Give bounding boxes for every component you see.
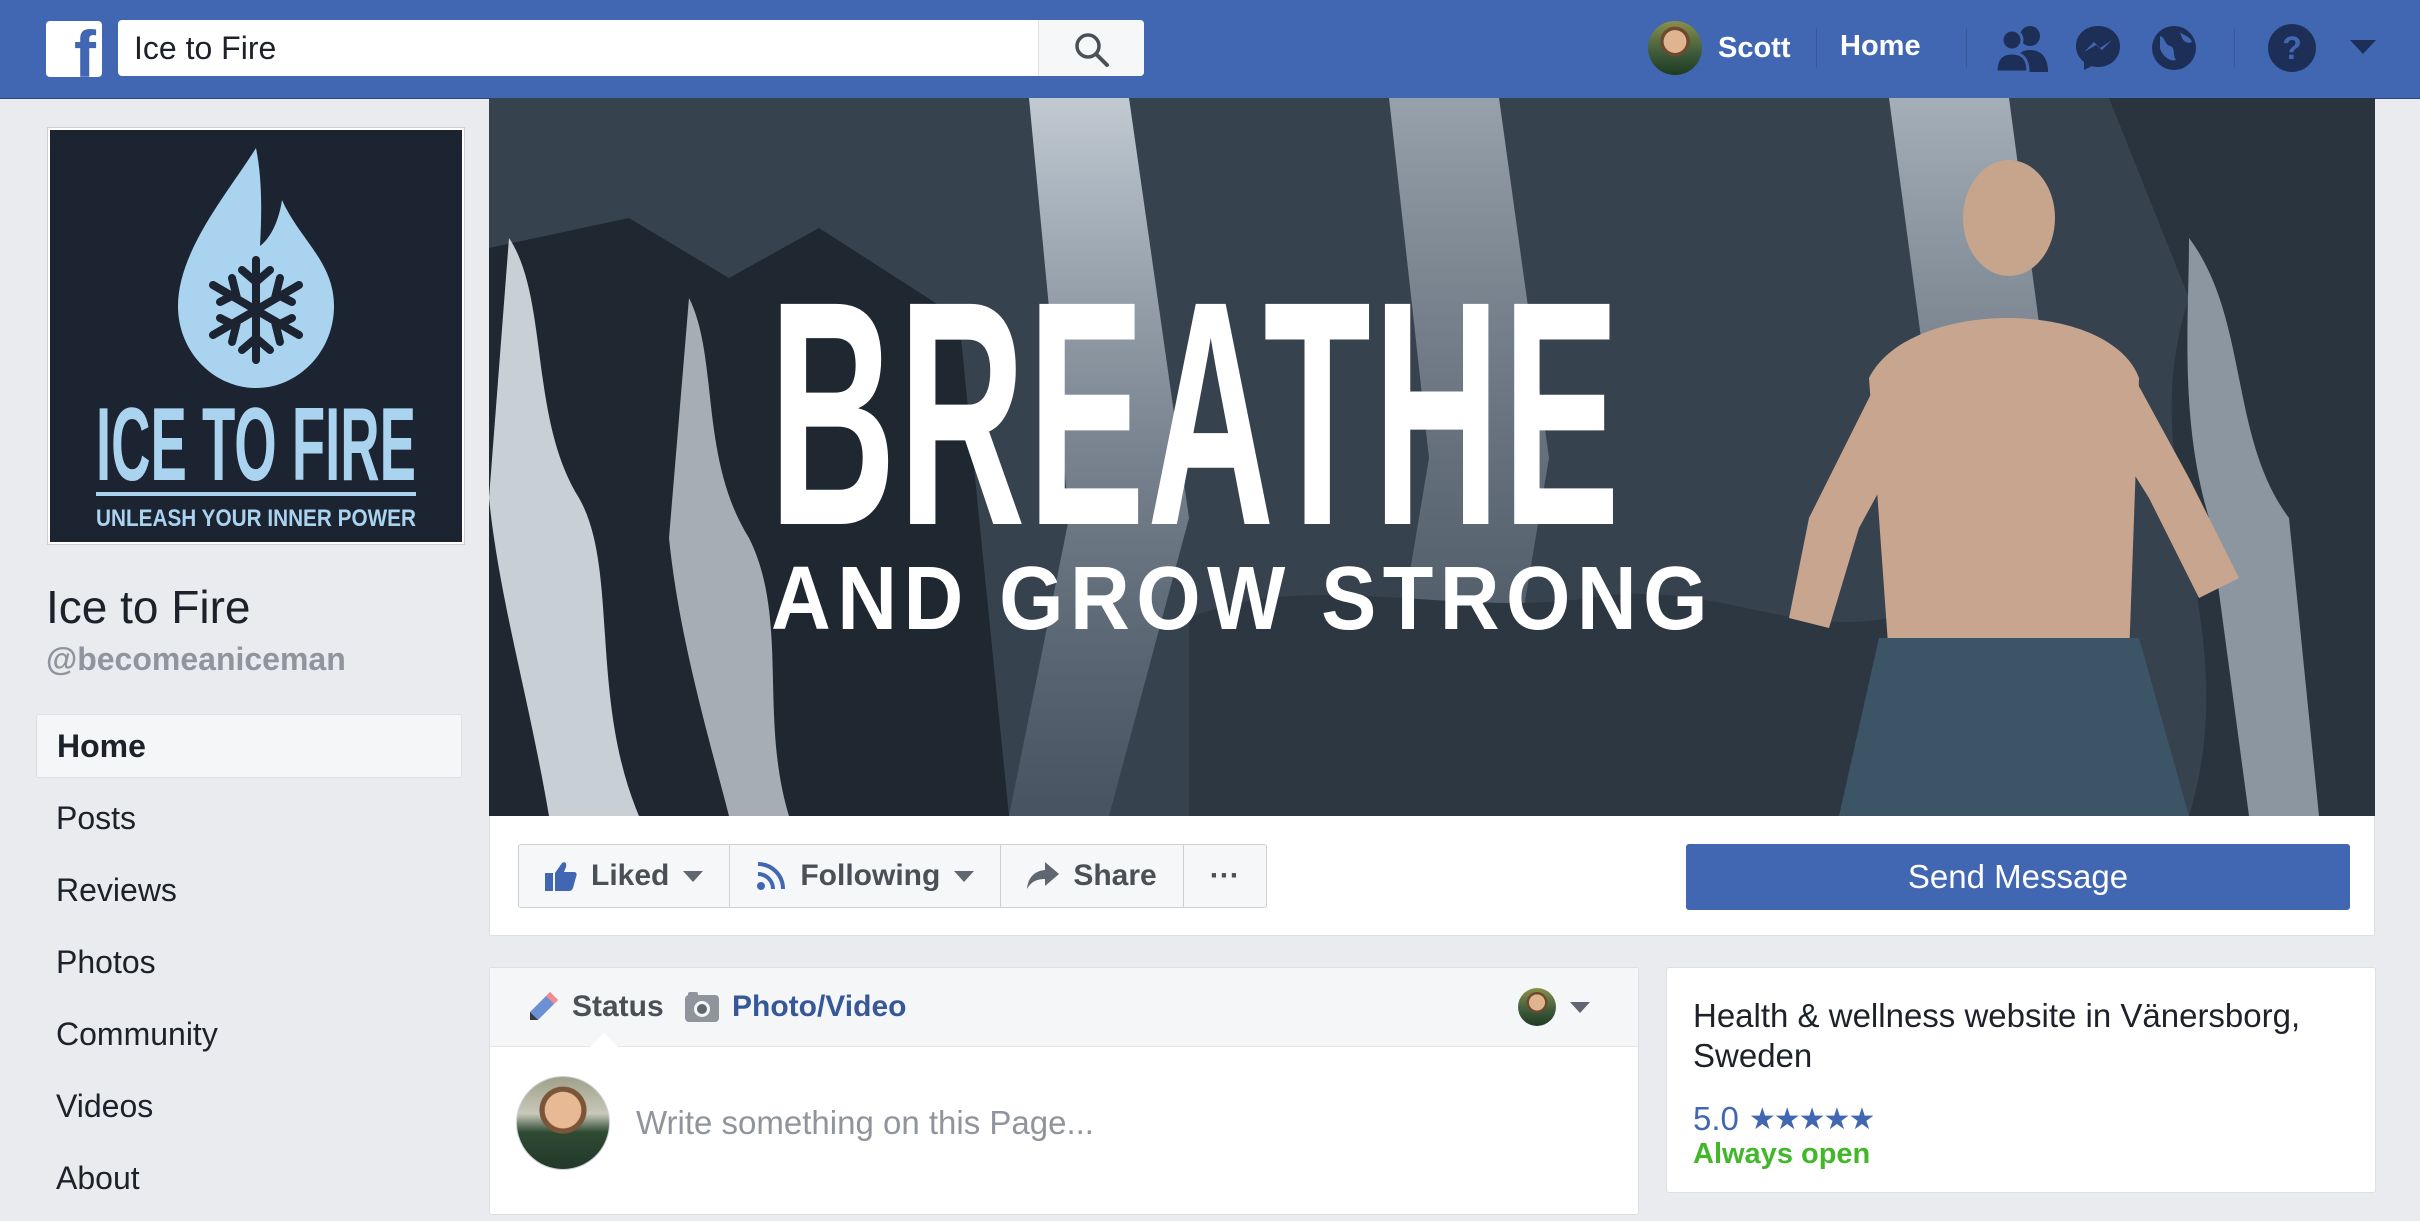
post-composer: Status Photo/Video Write something on th…	[489, 967, 1639, 1215]
send-message-button[interactable]: Send Message	[1686, 844, 2350, 910]
liked-button[interactable]: Liked	[519, 845, 731, 907]
composer-tabs: Status Photo/Video	[490, 968, 1638, 1047]
person-head	[1963, 160, 2055, 276]
friends-icon[interactable]	[1994, 22, 2050, 74]
profile-link[interactable]: Scott	[1648, 20, 1791, 76]
page-action-buttons: Liked Following Share ···	[518, 844, 1267, 908]
chevron-down-icon	[683, 870, 704, 882]
page-rating[interactable]: 5.0 ★★★★★	[1693, 1100, 2349, 1138]
more-options-button[interactable]: ···	[1184, 845, 1266, 907]
user-name: Scott	[1718, 31, 1791, 64]
dropdown-caret-icon[interactable]	[2350, 40, 2376, 56]
search-icon	[1075, 33, 1109, 67]
pencil-icon	[530, 992, 558, 1020]
home-link[interactable]: Home	[1840, 30, 1921, 63]
rss-icon	[757, 862, 786, 890]
following-button[interactable]: Following	[730, 845, 1002, 907]
nav-item-reviews[interactable]: Reviews	[36, 858, 462, 922]
camera-icon	[685, 992, 719, 1022]
active-tab-pointer	[590, 1033, 618, 1047]
facebook-logo-icon[interactable]: f	[46, 21, 102, 77]
help-icon[interactable]: ?	[2266, 22, 2318, 74]
page-action-bar: Liked Following Share ··· Send Message	[489, 816, 2375, 936]
svg-text:?: ?	[2282, 30, 2302, 66]
page-logo: ICE TO FIRE UNLEASH YOUR INNER POWER	[96, 148, 416, 532]
svg-text:UNLEASH YOUR INNER POWER: UNLEASH YOUR INNER POWER	[96, 505, 416, 532]
liked-label: Liked	[591, 859, 670, 892]
svg-text:ICE TO FIRE: ICE TO FIRE	[96, 387, 416, 503]
search-box	[118, 20, 1144, 76]
divider	[1816, 28, 1817, 68]
page-handle[interactable]: @becomeaniceman	[46, 641, 346, 678]
nav-item-posts[interactable]: Posts	[36, 786, 462, 850]
nav-item-videos[interactable]: Videos	[36, 1074, 462, 1138]
photo-video-tab-label: Photo/Video	[732, 990, 907, 1023]
share-label: Share	[1073, 859, 1157, 892]
thumbs-up-icon	[545, 862, 577, 891]
top-navigation-bar: f Scott Home ?	[0, 0, 2420, 99]
share-button[interactable]: Share	[1001, 845, 1184, 907]
more-dots-icon: ···	[1209, 859, 1240, 892]
chevron-down-icon	[954, 870, 975, 882]
page-category[interactable]: Health & wellness website in Vänersborg,…	[1693, 996, 2349, 1076]
chevron-down-icon	[1570, 1001, 1590, 1013]
cover-subheadline: AND GROW STRONG	[771, 549, 1714, 649]
tab-photo-video[interactable]: Photo/Video	[684, 968, 906, 1046]
messenger-icon[interactable]	[2072, 22, 2124, 74]
avatar	[1648, 21, 1702, 75]
post-as-selector[interactable]	[1518, 988, 1590, 1026]
divider	[2234, 28, 2235, 68]
nav-item-home[interactable]: Home	[36, 714, 462, 778]
page-navigation: Home Posts Reviews Photos Community Vide…	[36, 714, 462, 1218]
opening-hours: Always open	[1693, 1138, 1871, 1170]
rating-value: 5.0	[1693, 1100, 1739, 1137]
nav-item-community[interactable]: Community	[36, 1002, 462, 1066]
globe-icon[interactable]	[2148, 22, 2200, 74]
avatar	[516, 1076, 610, 1170]
following-label: Following	[800, 859, 941, 892]
divider	[1966, 28, 1967, 68]
composer-input[interactable]: Write something on this Page...	[636, 1104, 1094, 1142]
star-icon: ★★★★★	[1748, 1102, 1875, 1136]
cover-headline: BREATHE	[769, 234, 1623, 592]
nav-item-about[interactable]: About	[36, 1146, 462, 1210]
search-button[interactable]	[1038, 20, 1144, 76]
page-title[interactable]: Ice to Fire	[46, 580, 251, 634]
status-tab-label: Status	[572, 990, 664, 1023]
share-arrow-icon	[1027, 862, 1060, 889]
search-input[interactable]	[118, 20, 1038, 76]
page-about-card: Health & wellness website in Vänersborg,…	[1666, 967, 2376, 1193]
cover-photo[interactable]: BREATHE AND GROW STRONG	[489, 98, 2375, 816]
nav-item-photos[interactable]: Photos	[36, 930, 462, 994]
avatar	[1518, 988, 1556, 1026]
page-profile-picture[interactable]: ICE TO FIRE UNLEASH YOUR INNER POWER	[47, 127, 465, 545]
